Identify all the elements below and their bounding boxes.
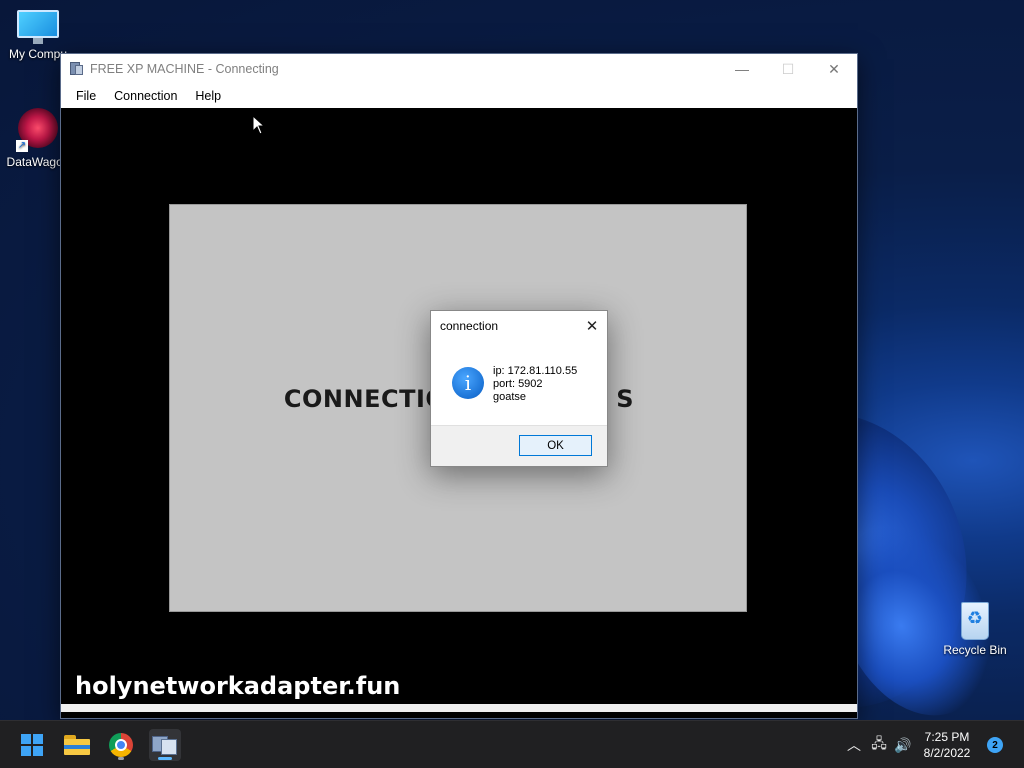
menu-connection[interactable]: Connection <box>105 89 186 103</box>
desktop-icon-recycle-bin[interactable]: ♻ Recycle Bin <box>937 598 1013 657</box>
dialog-titlebar[interactable]: connection ✕ <box>431 311 607 341</box>
dialog-message: ip: 172.81.110.55 port: 5902 goatse <box>493 365 577 404</box>
menu-bar: File Connection Help <box>61 84 857 108</box>
desktop-icon-label: Recycle Bin <box>943 643 1007 657</box>
dialog-close-button[interactable]: ✕ <box>581 315 603 337</box>
active-indicator <box>158 757 172 760</box>
notification-badge[interactable]: 2 <box>987 737 1003 753</box>
chrome-icon <box>109 733 133 757</box>
mouse-cursor-icon <box>252 115 266 135</box>
menu-file[interactable]: File <box>67 89 105 103</box>
window-title: FREE XP MACHINE - Connecting <box>90 62 279 76</box>
window-titlebar[interactable]: FREE XP MACHINE - Connecting — ☐ ✕ <box>61 54 857 84</box>
taskbar: ︿ 🖧 🔊 7:25 PM 8/2/2022 2 <box>0 720 1024 768</box>
close-button[interactable]: ✕ <box>811 54 857 84</box>
dialog-port-line: port: 5902 <box>493 378 543 390</box>
taskbar-clock[interactable]: 7:25 PM 8/2/2022 <box>917 729 977 761</box>
recycle-bin-icon: ♻ <box>957 598 993 640</box>
taskbar-chrome[interactable] <box>105 729 137 761</box>
taskbar-file-explorer[interactable] <box>61 729 93 761</box>
clock-date: 8/2/2022 <box>923 746 971 760</box>
dialog-extra-line: goatse <box>493 391 527 403</box>
remote-status-right: S <box>616 385 635 413</box>
monitor-icon <box>17 10 59 44</box>
ok-button[interactable]: OK <box>519 435 592 456</box>
tray-overflow-chevron-icon[interactable]: ︿ <box>844 733 864 757</box>
dialog-title: connection <box>440 319 499 333</box>
window-controls: — ☐ ✕ <box>719 54 857 84</box>
windows-start-icon <box>21 734 43 756</box>
datawagon-icon: ↗ <box>16 108 60 152</box>
start-button[interactable] <box>16 729 48 761</box>
remote-status-left: CONNECTIO <box>283 385 447 413</box>
maximize-button[interactable]: ☐ <box>765 54 811 84</box>
dialog-footer: OK <box>431 425 607 466</box>
info-icon: i <box>452 367 484 399</box>
running-indicator <box>118 757 124 760</box>
taskbar-vnc-viewer[interactable] <box>149 729 181 761</box>
menu-help[interactable]: Help <box>186 89 230 103</box>
dialog-ip-line: ip: 172.81.110.55 <box>493 365 578 377</box>
dialog-body: i ip: 172.81.110.55 port: 5902 goatse <box>431 341 607 426</box>
minimize-button[interactable]: — <box>719 54 765 84</box>
volume-icon[interactable]: 🔊 <box>892 733 914 757</box>
watermark-text: holynetworkadapter.fun <box>75 672 401 700</box>
vnc-viewer-icon <box>152 733 178 757</box>
clock-time: 7:25 PM <box>924 730 970 744</box>
network-icon[interactable]: 🖧 <box>868 733 890 757</box>
vnc-app-icon <box>70 61 84 77</box>
connection-dialog: connection ✕ i ip: 172.81.110.55 port: 5… <box>430 310 608 467</box>
window-status-bar <box>61 704 857 712</box>
file-explorer-icon <box>64 735 90 755</box>
